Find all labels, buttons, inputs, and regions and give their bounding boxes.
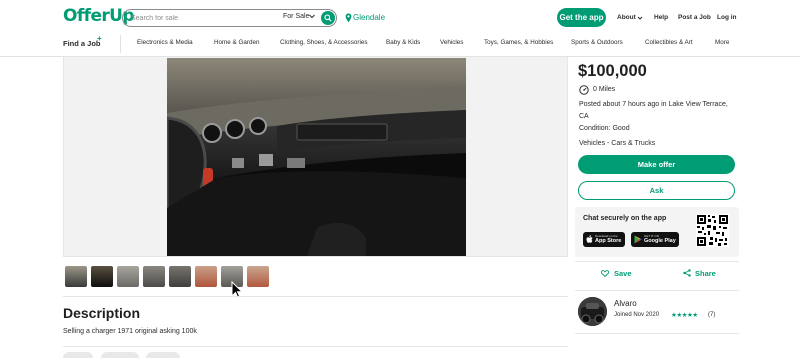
mileage: 0 Miles bbox=[593, 86, 616, 93]
nav-sports-outdoors[interactable]: Sports & Outdoors bbox=[571, 39, 623, 46]
ask-button[interactable]: Ask bbox=[578, 181, 735, 200]
about-menu[interactable]: About bbox=[617, 14, 636, 21]
seller-rating-count: (7) bbox=[708, 312, 716, 318]
help-link[interactable]: Help bbox=[654, 14, 668, 21]
login-link[interactable]: Log in bbox=[717, 14, 737, 21]
nav-more[interactable]: More bbox=[715, 39, 729, 46]
sparkle-plus-icon: + bbox=[97, 34, 102, 43]
seller-avatar[interactable] bbox=[578, 297, 607, 326]
description-heading: Description bbox=[63, 305, 141, 321]
app-store-button[interactable]: Download on the App Store bbox=[583, 232, 625, 247]
tag-chip[interactable] bbox=[63, 352, 93, 358]
photo-gallery bbox=[63, 57, 568, 257]
app-store-label: App Store bbox=[595, 238, 622, 244]
share-icon bbox=[683, 269, 691, 277]
divider bbox=[575, 290, 739, 291]
description-text: Selling a charger 1971 original asking 1… bbox=[63, 328, 197, 335]
nav-vehicles[interactable]: Vehicles bbox=[440, 39, 463, 46]
chat-card-title: Chat securely on the app bbox=[583, 215, 667, 222]
nav-collectibles-art[interactable]: Collectibles & Art bbox=[645, 39, 693, 46]
tag-chip[interactable] bbox=[101, 352, 139, 358]
search-input[interactable] bbox=[131, 12, 271, 24]
search-button[interactable] bbox=[321, 11, 335, 25]
category-breadcrumb[interactable]: Vehicles - Cars & Trucks bbox=[579, 140, 655, 147]
google-play-label: Google Play bbox=[644, 238, 676, 244]
nav-clothing-shoes[interactable]: Clothing, Shoes, & Accessories bbox=[280, 39, 368, 46]
top-header: OfferUp For Sale Glendale Get the app Ab… bbox=[0, 0, 800, 34]
tag-chip[interactable] bbox=[146, 352, 180, 358]
avatar-photo bbox=[578, 297, 607, 326]
search-icon bbox=[324, 14, 332, 22]
listing-price: $100,000 bbox=[578, 62, 647, 80]
condition: Condition: Good bbox=[579, 125, 630, 132]
chevron-down-icon bbox=[309, 14, 315, 19]
divider bbox=[63, 296, 568, 297]
nav-divider bbox=[120, 35, 121, 53]
thumbnail[interactable] bbox=[195, 266, 217, 287]
get-the-app-button[interactable]: Get the app bbox=[557, 8, 606, 27]
apple-icon bbox=[586, 235, 593, 243]
seller-joined-date: Joined Nov 2020 bbox=[614, 312, 660, 318]
thumbnail[interactable] bbox=[143, 266, 165, 287]
seller-rating-stars: ★★★★★ bbox=[671, 312, 698, 319]
save-button[interactable]: Save bbox=[614, 269, 632, 278]
main-listing-photo[interactable] bbox=[167, 58, 466, 256]
post-job-link[interactable]: Post a Job bbox=[678, 14, 711, 21]
thumbnail[interactable] bbox=[65, 266, 87, 287]
location-pin-icon bbox=[345, 13, 352, 23]
nav-baby-kids[interactable]: Baby & Kids bbox=[386, 39, 420, 46]
google-play-button[interactable]: GET IT ON Google Play bbox=[631, 232, 679, 247]
google-play-icon bbox=[634, 235, 642, 244]
search-bar: For Sale bbox=[122, 9, 337, 27]
car-interior-photo bbox=[167, 58, 466, 256]
odometer-icon bbox=[579, 85, 589, 95]
divider bbox=[575, 261, 739, 262]
thumbnail[interactable] bbox=[117, 266, 139, 287]
seller-name[interactable]: Alvaro bbox=[614, 299, 637, 308]
thumbnail[interactable] bbox=[91, 266, 113, 287]
nav-electronics-media[interactable]: Electronics & Media bbox=[137, 39, 193, 46]
location-link[interactable]: Glendale bbox=[353, 13, 385, 22]
category-nav: Find a Job + Electronics & Media Home & … bbox=[0, 34, 800, 57]
category-dropdown[interactable]: For Sale bbox=[283, 13, 309, 20]
divider bbox=[575, 333, 739, 334]
make-offer-button[interactable]: Make offer bbox=[578, 155, 735, 174]
thumbnail[interactable] bbox=[169, 266, 191, 287]
chat-app-card: Chat securely on the app Download on the… bbox=[575, 207, 739, 257]
nav-toys-games[interactable]: Toys, Games, & Hobbies bbox=[484, 39, 553, 46]
posted-info: Posted about 7 hours ago in Lake View Te… bbox=[579, 101, 728, 120]
thumbnail[interactable] bbox=[247, 266, 269, 287]
divider bbox=[63, 346, 568, 347]
find-a-job-link[interactable]: Find a Job bbox=[63, 39, 101, 48]
heart-icon bbox=[601, 270, 609, 277]
chevron-down-icon bbox=[637, 16, 643, 20]
nav-home-garden[interactable]: Home & Garden bbox=[214, 39, 260, 46]
share-button[interactable]: Share bbox=[695, 269, 716, 278]
qr-code bbox=[696, 214, 729, 247]
